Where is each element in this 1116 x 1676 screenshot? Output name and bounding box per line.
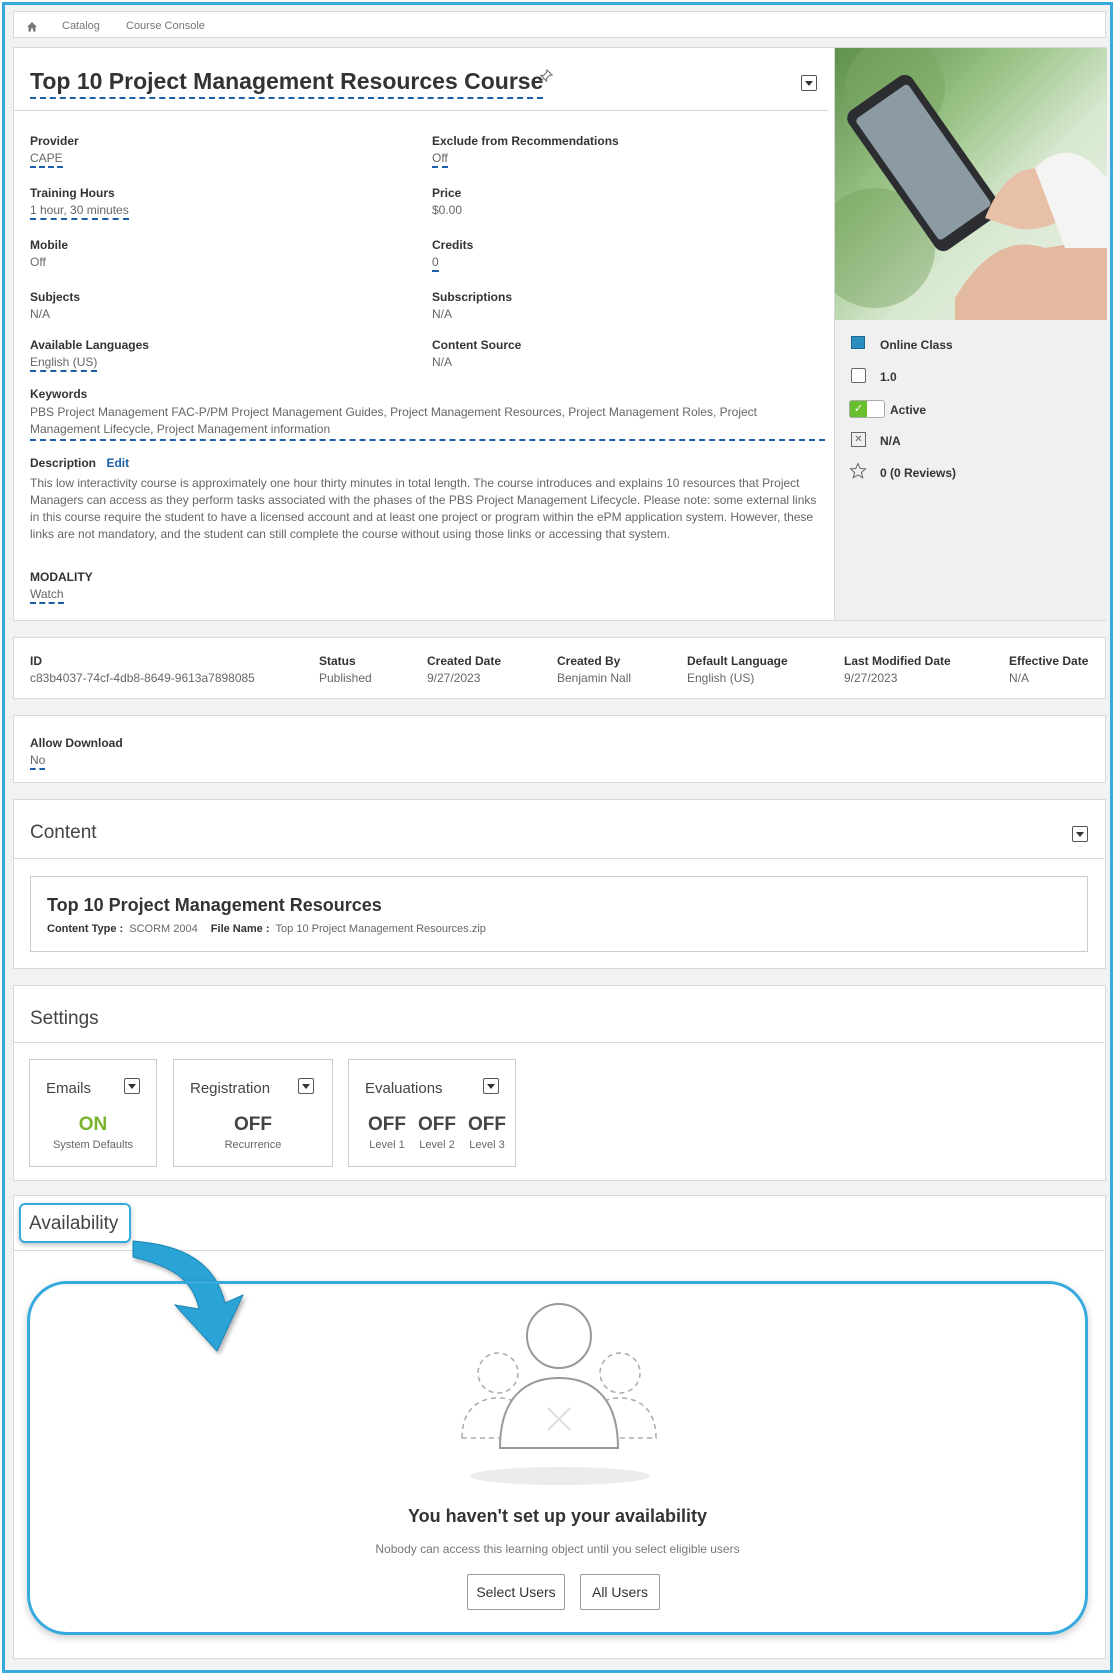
settings-emails[interactable]: Emails ON System Defaults: [29, 1059, 157, 1167]
na-box-icon: ✕: [851, 432, 866, 447]
breadcrumb-item-course-console: Course Console: [126, 20, 205, 32]
course-thumbnail: [835, 48, 1107, 320]
settings-evaluations[interactable]: Evaluations OFF Level 1 OFF Level 2 OFF …: [348, 1059, 516, 1167]
course-side-panel: ✓ ✕ Online Class 1.0 Active N/A 0 (0 Rev…: [834, 48, 1107, 620]
exclude-recommendations-link[interactable]: Off: [432, 151, 448, 168]
select-users-button[interactable]: Select Users: [467, 1574, 565, 1610]
meta-effective-date: Effective Date N/A: [1009, 654, 1089, 685]
page-title: Top 10 Project Management Resources Cour…: [30, 68, 544, 99]
meta-status: Status Published: [319, 654, 372, 685]
modality-link[interactable]: Watch: [30, 587, 64, 604]
allow-download-label: Allow Download: [30, 736, 123, 750]
all-users-button[interactable]: All Users: [580, 1574, 660, 1610]
availability-heading: You haven't set up your availability: [407, 1506, 708, 1526]
evaluation-level-1-status: OFF: [368, 1114, 406, 1135]
provider-link[interactable]: CAPE: [30, 151, 63, 168]
settings-section-title: Settings: [30, 1008, 99, 1029]
field-modality: MODALITY Watch: [30, 570, 93, 604]
meta-last-modified-date: Last Modified Date 9/27/2023: [844, 654, 951, 685]
meta-created-date: Created Date 9/27/2023: [427, 654, 502, 685]
content-item[interactable]: Top 10 Project Management Resources Cont…: [30, 876, 1088, 952]
training-hours-link[interactable]: 1 hour, 30 minutes: [30, 203, 129, 220]
meta-id: ID c83b4037-74cf-4db8-8649-9613a7898085: [30, 654, 255, 685]
home-icon[interactable]: [26, 19, 38, 37]
pin-icon[interactable]: [538, 68, 554, 89]
field-credits: Credits 0: [432, 238, 473, 272]
breadcrumb: Catalog Course Console: [13, 11, 1106, 38]
course-options-dropdown[interactable]: [801, 75, 817, 91]
availability-section-title: Availability: [29, 1213, 119, 1234]
field-content-source: Content Source N/A: [432, 338, 522, 369]
content-section-title: Content: [30, 822, 97, 843]
course-version: 1.0: [880, 370, 897, 384]
version-icon: [851, 368, 866, 383]
registration-status: OFF: [234, 1114, 272, 1135]
evaluation-level-2-status: OFF: [418, 1114, 456, 1135]
online-class-icon: [851, 336, 865, 349]
availability-title-highlight: Availability: [19, 1203, 131, 1243]
settings-registration[interactable]: Registration OFF Recurrence: [173, 1059, 333, 1167]
field-subscriptions: Subscriptions N/A: [432, 290, 513, 321]
field-exclude-recommendations: Exclude from Recommendations Off: [432, 134, 619, 168]
meta-default-language: Default Language English (US): [687, 654, 788, 685]
course-metadata-card: ID c83b4037-74cf-4db8-8649-9613a7898085 …: [13, 637, 1106, 699]
star-icon[interactable]: [849, 462, 867, 485]
allow-download-link[interactable]: No: [30, 753, 46, 770]
field-price: Price $0.00: [432, 186, 463, 217]
content-type-value: SCORM 2004: [129, 923, 198, 935]
breadcrumb-item-catalog[interactable]: Catalog: [62, 20, 100, 32]
active-toggle[interactable]: ✓: [849, 400, 885, 418]
field-provider: Provider CAPE: [30, 134, 79, 168]
field-description: Description Edit This low interactivity …: [30, 454, 825, 543]
languages-link[interactable]: English (US): [30, 355, 98, 372]
registration-dropdown[interactable]: [298, 1078, 314, 1094]
content-item-title: Top 10 Project Management Resources: [47, 895, 382, 915]
course-details-card: Top 10 Project Management Resources Cour…: [13, 47, 1107, 621]
content-section: Content Top 10 Project Management Resour…: [13, 799, 1106, 969]
credits-link[interactable]: 0: [432, 255, 439, 272]
course-na: N/A: [880, 434, 901, 448]
evaluations-dropdown[interactable]: [483, 1078, 499, 1094]
course-rating[interactable]: 0 (0 Reviews): [880, 466, 956, 480]
field-keywords: Keywords PBS Project Management FAC-P/PM…: [30, 387, 825, 441]
field-available-languages: Available Languages English (US): [30, 338, 149, 372]
allow-download-card: Allow Download No: [13, 715, 1106, 783]
content-options-dropdown[interactable]: [1072, 826, 1088, 842]
evaluation-level-3-status: OFF: [468, 1114, 506, 1135]
emails-dropdown[interactable]: [124, 1078, 140, 1094]
availability-message: Nobody can access this learning object u…: [375, 1542, 740, 1556]
course-status: Active: [890, 403, 927, 417]
description-text: This low interactivity course is approxi…: [30, 476, 817, 541]
meta-created-by: Created By Benjamin Nall: [557, 654, 632, 685]
keywords-link[interactable]: PBS Project Management FAC-P/PM Project …: [30, 404, 825, 441]
description-edit-link[interactable]: Edit: [106, 456, 129, 470]
screenshot-frame: Catalog Course Console Top 10 Project Ma…: [2, 2, 1113, 1673]
check-icon: ✓: [850, 401, 867, 417]
availability-empty-state: You haven't set up your availability Nob…: [27, 1281, 1088, 1635]
field-training-hours: Training Hours 1 hour, 30 minutes: [30, 186, 129, 220]
content-file-name: Top 10 Project Management Resources.zip: [275, 923, 486, 935]
field-mobile: Mobile Off: [30, 238, 68, 269]
no-users-illustration-icon: [461, 1303, 657, 1485]
field-subjects: Subjects N/A: [30, 290, 81, 321]
emails-status: ON: [78, 1114, 108, 1135]
course-type: Online Class: [880, 338, 953, 352]
